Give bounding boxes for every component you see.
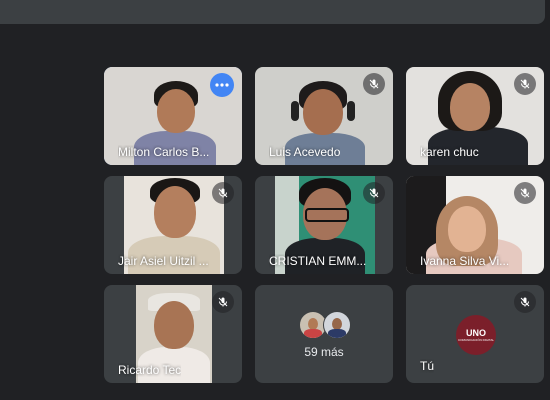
mic-off-icon <box>369 188 379 198</box>
logo-text: UNO <box>466 328 486 338</box>
mic-off-indicator <box>514 291 536 313</box>
participant-name: karen chuc <box>420 145 479 159</box>
self-avatar-logo: UNO COMUNICACIÓN DIGITAL <box>456 315 496 355</box>
participant-tile[interactable]: karen chuc <box>406 67 544 165</box>
participant-name: Luis Acevedo <box>269 145 341 159</box>
mic-off-indicator <box>212 182 234 204</box>
participant-name: CRISTIAN EMM... <box>269 254 367 268</box>
participant-name: Ivanna Silva Vi... <box>420 254 510 268</box>
mic-off-indicator <box>363 182 385 204</box>
more-options-button[interactable] <box>210 73 234 97</box>
more-horizontal-icon <box>215 83 229 87</box>
mic-off-indicator <box>514 182 536 204</box>
others-tile[interactable]: 59 más <box>255 285 393 383</box>
mic-off-icon <box>218 188 228 198</box>
participant-tile[interactable]: CRISTIAN EMM... <box>255 176 393 274</box>
avatar <box>323 311 351 339</box>
logo-subtext: COMUNICACIÓN DIGITAL <box>457 338 495 342</box>
participant-name: Milton Carlos B... <box>118 145 210 159</box>
self-tile[interactable]: UNO COMUNICACIÓN DIGITAL Tú <box>406 285 544 383</box>
mic-off-icon <box>520 79 530 89</box>
self-name: Tú <box>420 359 435 373</box>
mic-off-icon <box>218 297 228 307</box>
participant-grid: Milton Carlos B... Luis Acevedo karen ch… <box>0 0 550 400</box>
participant-name: Jair Asiel Uitzil ... <box>118 254 209 268</box>
participant-tile[interactable]: Ricardo Tec <box>104 285 242 383</box>
participant-name: Ricardo Tec <box>118 363 182 377</box>
participant-tile[interactable]: Jair Asiel Uitzil ... <box>104 176 242 274</box>
participant-tile[interactable]: Milton Carlos B... <box>104 67 242 165</box>
mic-off-icon <box>520 297 530 307</box>
participant-avatars <box>299 311 359 339</box>
mic-off-indicator <box>363 73 385 95</box>
more-participants-count: 59 más <box>304 345 344 359</box>
participant-tile[interactable]: Luis Acevedo <box>255 67 393 165</box>
mic-off-icon <box>520 188 530 198</box>
participant-tile[interactable]: Ivanna Silva Vi... <box>406 176 544 274</box>
mic-off-indicator <box>212 291 234 313</box>
mic-off-icon <box>369 79 379 89</box>
mic-off-indicator <box>514 73 536 95</box>
